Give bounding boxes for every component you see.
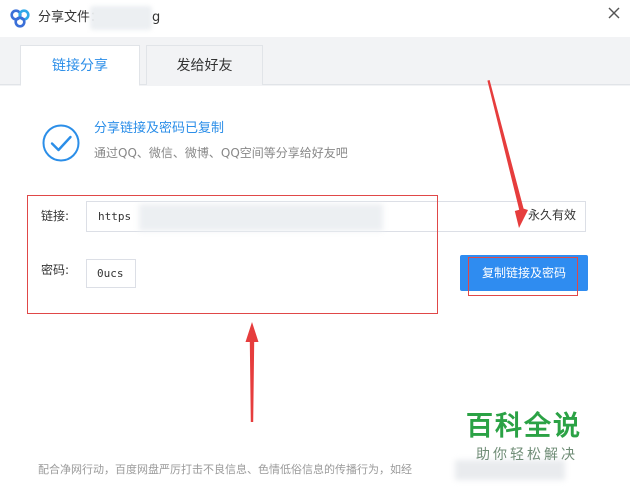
title-bar: 分享文件： g [0,0,630,37]
success-title: 分享链接及密码已复制 [94,121,225,136]
tab-link-share[interactable]: 链接分享 [20,45,140,86]
blurred-filename [90,6,152,30]
window-title-tail: g [152,10,161,25]
success-description: 通过QQ、微信、微博、QQ空间等分享给好友吧 [94,146,348,160]
annotation-box-link-password [27,195,438,314]
annotation-box-copy-button [468,257,578,296]
tab-send-to-friend[interactable]: 发给好友 [146,45,263,85]
close-button[interactable] [604,3,624,23]
close-icon [608,7,620,19]
check-circle-icon [42,124,80,162]
watermark-subtitle: 助你轻松解决 [476,447,578,463]
baidu-netdisk-logo-icon [10,9,30,28]
watermark-title: 百科全说 [466,411,582,442]
footer-notice: 配合净网行动，百度网盘严厉打击不良信息、色情低俗信息的传播行为，如经 [38,463,412,476]
expiry-dropdown[interactable]: 永久有效 [528,207,576,223]
